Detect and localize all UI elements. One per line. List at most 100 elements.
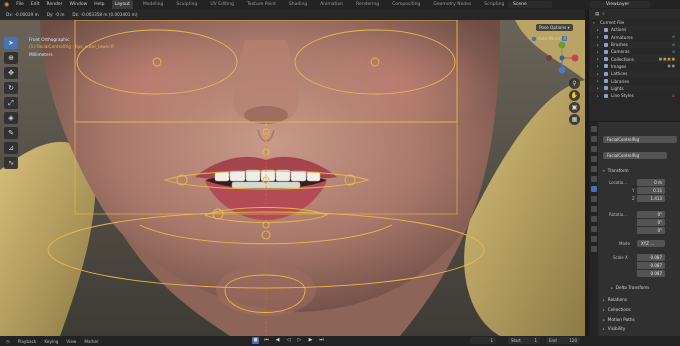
- location-x-field[interactable]: 0 m: [637, 179, 665, 186]
- object-tab-icon[interactable]: [590, 186, 597, 192]
- jump-start-icon[interactable]: ⏮: [263, 337, 270, 344]
- tab-scripting[interactable]: Scripting: [481, 0, 507, 9]
- outliner-item-label: Actions: [611, 27, 627, 33]
- scale-y-field[interactable]: 0.087: [637, 262, 665, 269]
- output-tab-icon[interactable]: [590, 146, 597, 152]
- menu-edit[interactable]: Edit: [31, 2, 40, 7]
- crosshair-icon[interactable]: ⊕: [4, 52, 18, 64]
- texture-tab-icon[interactable]: [590, 246, 597, 252]
- camera-data-icons: ⊞: [672, 49, 676, 54]
- location-z-field[interactable]: 1.413: [637, 195, 665, 202]
- object-name-field[interactable]: FacialControlRig: [603, 136, 677, 143]
- view-layer-tab-icon[interactable]: [590, 156, 597, 162]
- outliner-item-libraries[interactable]: ▸ Libraries: [589, 77, 680, 84]
- motion-paths-section[interactable]: ▸ Motion Paths: [603, 317, 635, 322]
- top-menu-bar: ◉ File Edit Render Window Help Layout Mo…: [0, 0, 680, 9]
- chevron-right-icon: ▸: [597, 86, 599, 91]
- zoom-icon[interactable]: ⚲: [569, 78, 580, 89]
- visibility-section[interactable]: ▸ Visibility: [603, 326, 625, 331]
- pan-hand-icon[interactable]: ✋: [569, 90, 580, 101]
- blender-file-icon[interactable]: ▤: [595, 12, 599, 17]
- rotation-mode-select[interactable]: XYZ ...: [637, 240, 665, 247]
- tab-geometry-nodes[interactable]: Geometry Nodes: [430, 0, 474, 9]
- search-icon[interactable]: ⌕: [602, 11, 605, 17]
- scale-x-field[interactable]: 0.087: [637, 254, 665, 261]
- relax-icon[interactable]: ∿: [4, 157, 18, 169]
- menu-marker[interactable]: Marker: [84, 339, 98, 344]
- next-key-icon[interactable]: ▶: [307, 337, 314, 344]
- camera-icon[interactable]: ▣: [569, 102, 580, 113]
- tab-animation[interactable]: Animation: [317, 0, 346, 9]
- menu-help[interactable]: Help: [94, 2, 104, 7]
- constraint-tab-icon[interactable]: [590, 216, 597, 222]
- object-data-field[interactable]: FacialControlRig: [603, 152, 667, 159]
- chevron-right-icon: ▸: [603, 317, 605, 322]
- outliner-item-brushes[interactable]: ▸ Brushes ⊞: [589, 40, 680, 49]
- delta-transform-section[interactable]: ▸ Delta Transform: [611, 285, 649, 290]
- render-tab-icon[interactable]: [590, 136, 597, 142]
- current-frame-field[interactable]: 1: [470, 337, 496, 344]
- transform-section-header[interactable]: ▾ Transform: [603, 168, 629, 173]
- collections-section[interactable]: ▸ Collections: [603, 307, 631, 312]
- tab-texture-paint[interactable]: Texture Paint: [244, 0, 279, 9]
- outliner-item-armatures[interactable]: ▸ Armatures ⊞: [589, 34, 680, 41]
- relations-section[interactable]: ▸ Relations: [603, 297, 627, 302]
- outliner-item-lattices[interactable]: ▸ Lattices: [589, 70, 680, 78]
- menu-keying[interactable]: Keying: [44, 339, 58, 344]
- jump-end-icon[interactable]: ⏭: [318, 337, 325, 344]
- tab-rendering[interactable]: Rendering: [353, 0, 382, 9]
- menu-file[interactable]: File: [16, 2, 24, 7]
- annotate-icon[interactable]: ✎: [4, 127, 18, 139]
- navigation-gizmo[interactable]: [542, 40, 582, 76]
- world-tab-icon[interactable]: [590, 176, 597, 182]
- tab-shading[interactable]: Shading: [286, 0, 310, 9]
- scene-tab-icon[interactable]: [590, 166, 597, 172]
- location-y-field[interactable]: 0.11: [637, 187, 665, 194]
- start-frame-field[interactable]: Start 1: [508, 337, 540, 344]
- menu-window[interactable]: Window: [70, 2, 88, 7]
- cursor-icon[interactable]: ➤: [4, 37, 18, 49]
- timeline-editor-icon[interactable]: ◷: [6, 339, 10, 344]
- prev-key-icon[interactable]: ◀: [274, 337, 281, 344]
- tab-layout[interactable]: Layout: [111, 0, 133, 9]
- tab-compositing[interactable]: Compositing: [389, 0, 423, 9]
- menu-playback[interactable]: Playback: [18, 339, 37, 344]
- bone-tab-icon[interactable]: [590, 236, 597, 242]
- move-icon[interactable]: ✥: [4, 67, 18, 79]
- blender-logo-icon[interactable]: ◉: [4, 1, 9, 8]
- tab-modeling[interactable]: Modeling: [140, 0, 166, 9]
- scale-icon[interactable]: ⤢: [4, 97, 18, 109]
- tab-sculpting[interactable]: Sculpting: [173, 0, 200, 9]
- outliner-item-cameras[interactable]: ▸ Cameras ⊞: [589, 48, 680, 55]
- rotation-z-field[interactable]: 0°: [637, 227, 665, 234]
- outliner-item-collections[interactable]: ▸ Collections ■■■■: [589, 55, 680, 63]
- data-tab-icon[interactable]: [590, 226, 597, 232]
- scene-selector[interactable]: Scene: [508, 1, 552, 8]
- armature-icon: [604, 35, 608, 40]
- tab-uv-editing[interactable]: UV Editing: [207, 0, 236, 9]
- grid-icon[interactable]: ▦: [569, 114, 580, 125]
- transform-icon[interactable]: ◈: [4, 112, 18, 124]
- outliner-current-file[interactable]: ▾ Current File: [589, 19, 680, 26]
- view-layer-selector[interactable]: ViewLayer: [590, 1, 650, 8]
- rotate-icon[interactable]: ↻: [4, 82, 18, 94]
- measure-icon[interactable]: ⊿: [4, 142, 18, 154]
- 3d-viewport[interactable]: Front Orthographic (1) FacialControlRig …: [0, 20, 585, 336]
- record-icon[interactable]: ●: [252, 337, 259, 344]
- play-reverse-icon[interactable]: ◁: [285, 337, 292, 344]
- outliner-item-line-styles[interactable]: ▸ Line Styles ⊠: [589, 92, 680, 99]
- outliner-item-images[interactable]: ▸ Images ▣▣: [589, 63, 680, 70]
- rotation-x-field[interactable]: 0°: [637, 211, 665, 218]
- menu-render[interactable]: Render: [47, 2, 63, 7]
- physics-tab-icon[interactable]: [590, 206, 597, 212]
- outliner-item-actions[interactable]: ▸ Actions: [589, 26, 680, 34]
- tool-tab-icon[interactable]: [590, 126, 597, 132]
- scale-z-field[interactable]: 0.087: [637, 270, 665, 277]
- end-frame-field[interactable]: End 120: [546, 337, 580, 344]
- modifier-tab-icon[interactable]: [590, 196, 597, 202]
- pose-options-button[interactable]: Pose Options ▾: [536, 24, 573, 31]
- outliner-item-lights[interactable]: ▸ Lights: [589, 84, 680, 92]
- menu-view[interactable]: View: [66, 339, 76, 344]
- rotation-y-field[interactable]: 0°: [637, 219, 665, 226]
- play-icon[interactable]: ▷: [296, 337, 303, 344]
